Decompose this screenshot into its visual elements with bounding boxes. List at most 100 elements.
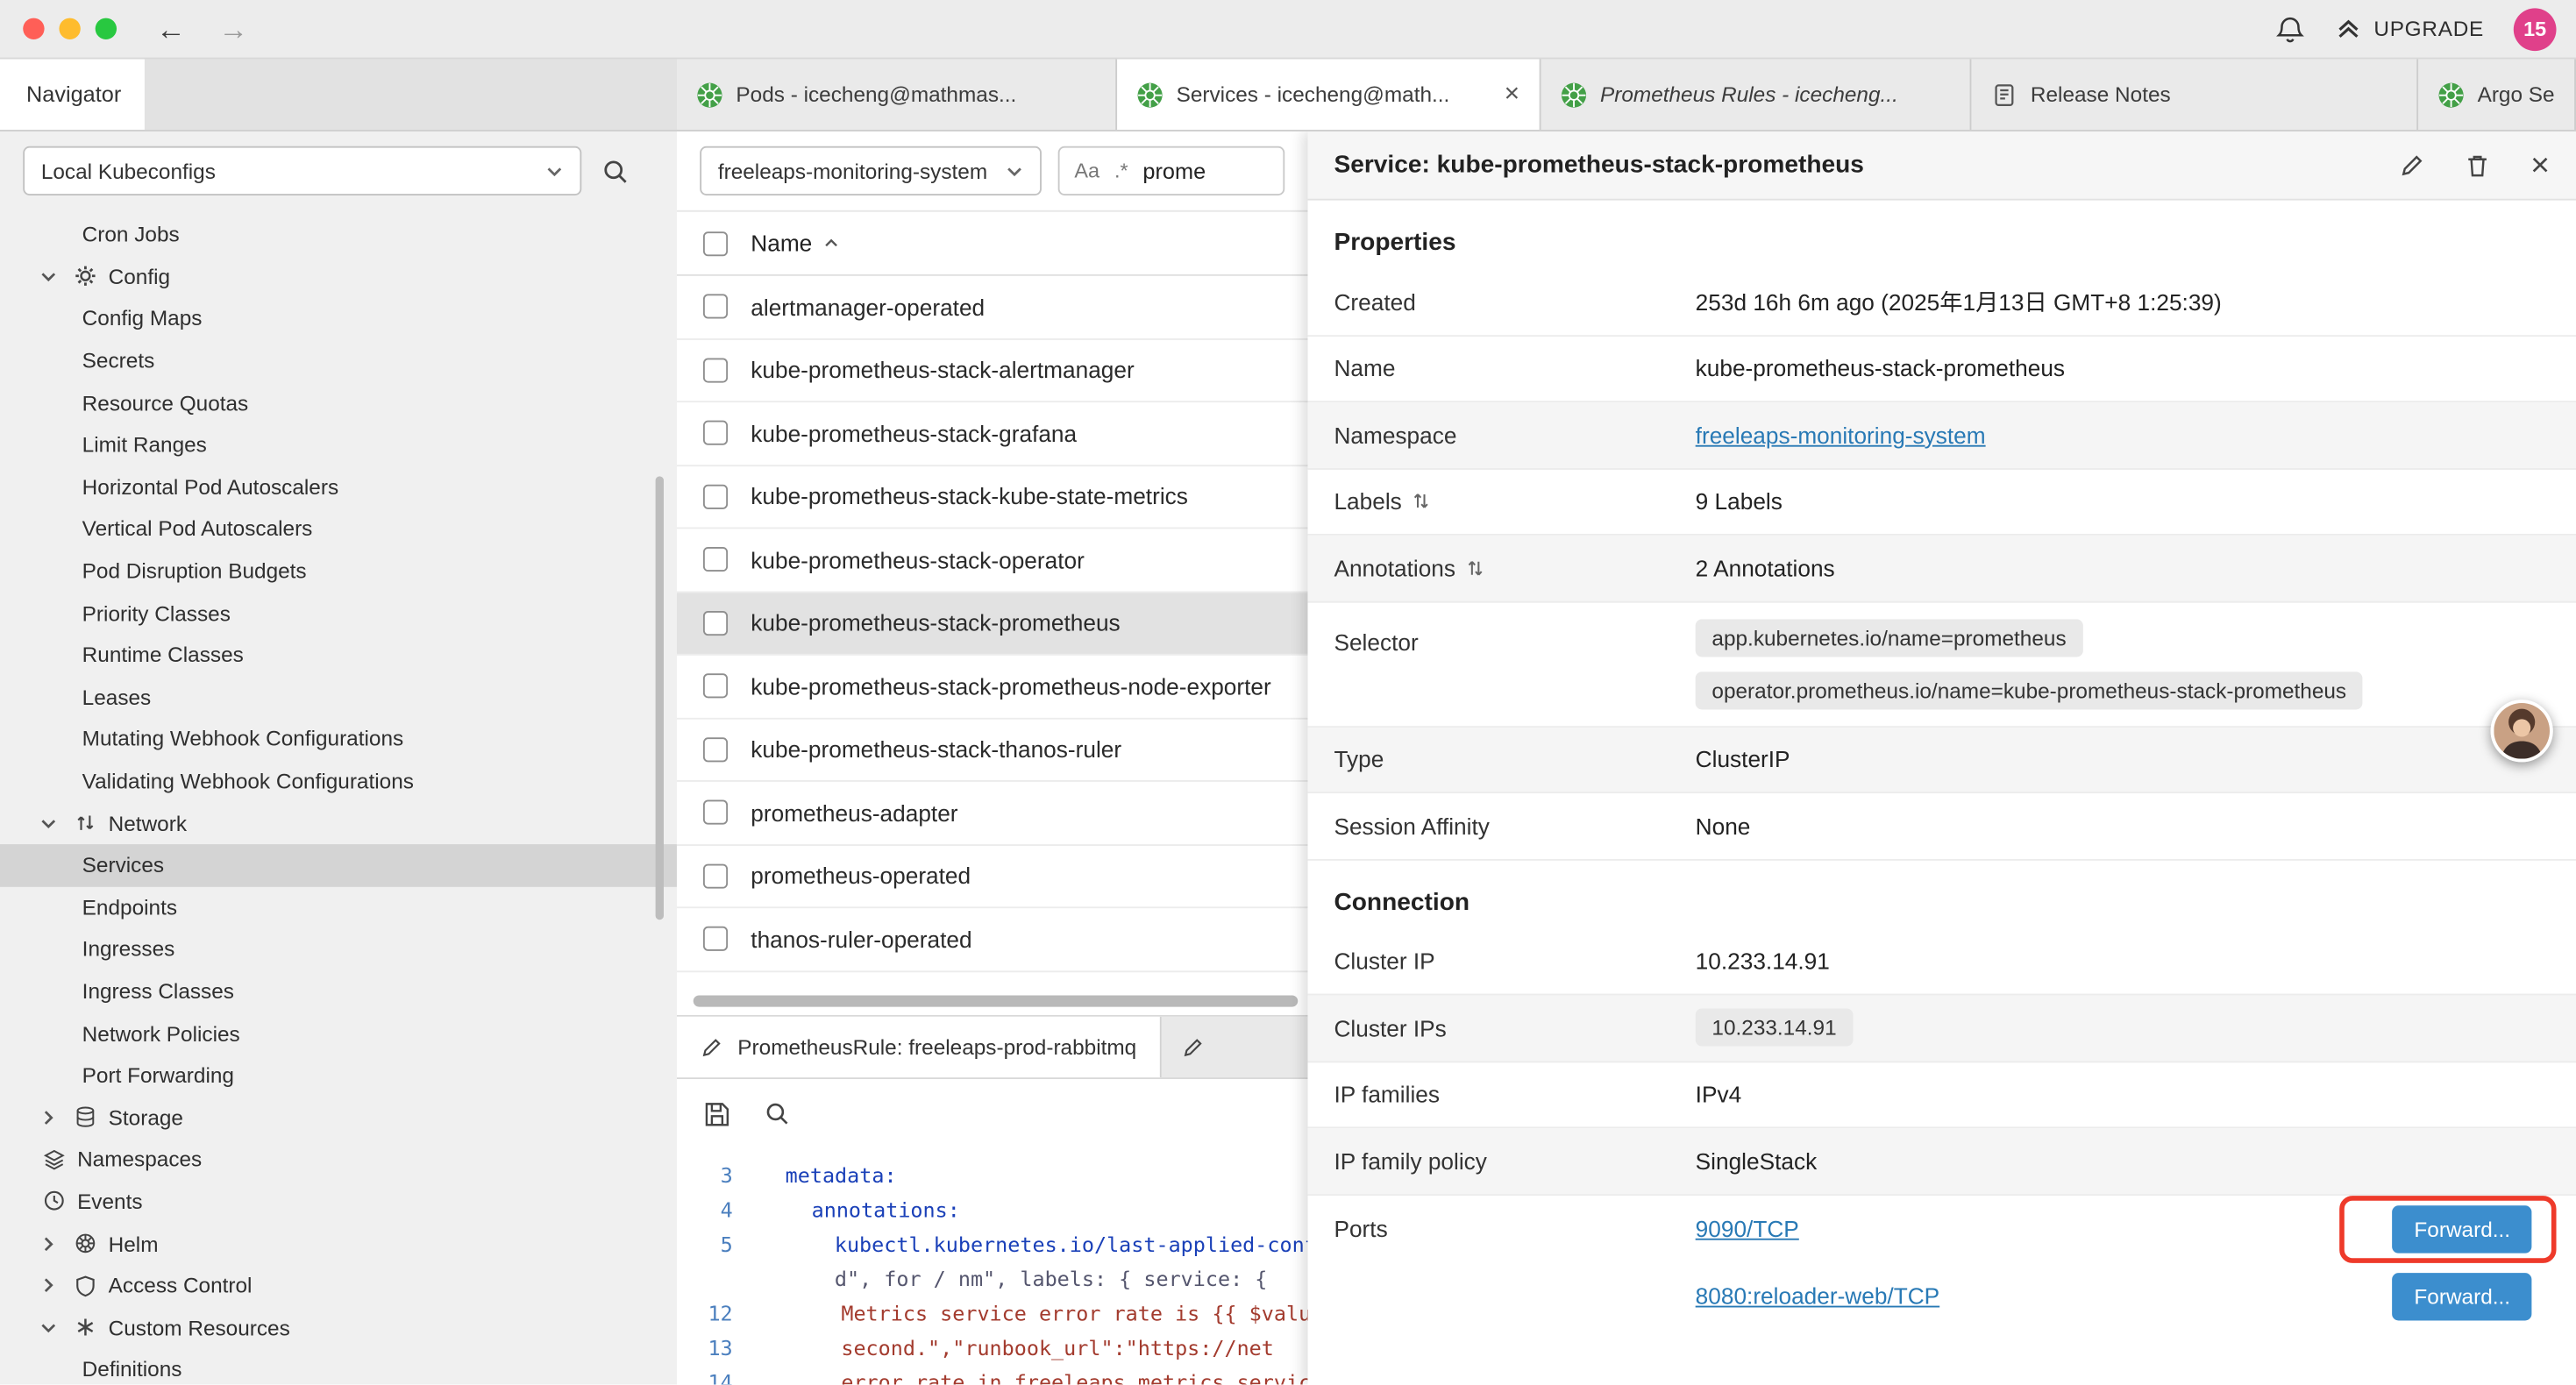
chevron-right-icon[interactable] bbox=[39, 1276, 60, 1295]
sidebar-item-network-policies[interactable]: Network Policies bbox=[0, 1012, 677, 1055]
forward-button[interactable]: Forward... bbox=[2393, 1204, 2531, 1252]
row-checkbox[interactable] bbox=[703, 863, 728, 888]
table-row-selected[interactable]: kube-prometheus-stack-prometheus bbox=[677, 592, 1308, 655]
table-row[interactable]: kube-prometheus-stack-operator bbox=[677, 529, 1308, 592]
chevron-down-icon[interactable] bbox=[39, 1318, 60, 1337]
row-checkbox[interactable] bbox=[703, 484, 728, 508]
back-button[interactable]: ← bbox=[156, 14, 186, 44]
port-link[interactable]: 8080:reloader-web/TCP bbox=[1696, 1282, 1940, 1309]
dock-tab-next[interactable] bbox=[1161, 1017, 1204, 1077]
sidebar-item-validating-webhook-configurations[interactable]: Validating Webhook Configurations bbox=[0, 760, 677, 802]
sidebar-item-resource-quotas[interactable]: Resource Quotas bbox=[0, 381, 677, 423]
editor-search-icon[interactable] bbox=[764, 1100, 790, 1126]
sidebar-scrollbar[interactable] bbox=[656, 476, 664, 920]
chevron-right-icon[interactable] bbox=[39, 1234, 60, 1253]
sidebar-item-pod-disruption-budgets[interactable]: Pod Disruption Budgets bbox=[0, 550, 677, 592]
notifications-bell-icon[interactable] bbox=[2275, 14, 2305, 44]
yaml-editor[interactable]: 3metadata: 4annotations: 5kubectl.kubern… bbox=[677, 1148, 1308, 1385]
dock-tab-prometheusrule[interactable]: PrometheusRule: freeleaps-prod-rabbitmq bbox=[677, 1017, 1161, 1077]
sidebar-item-limit-ranges[interactable]: Limit Ranges bbox=[0, 423, 677, 465]
match-case-toggle[interactable]: Aa bbox=[1074, 160, 1099, 182]
tab-argo[interactable]: Argo Se bbox=[2418, 59, 2576, 130]
sidebar-item-priority-classes[interactable]: Priority Classes bbox=[0, 592, 677, 634]
horizontal-scrollbar[interactable] bbox=[694, 995, 1299, 1006]
namespace-link[interactable]: freeleaps-monitoring-system bbox=[1696, 422, 1986, 448]
row-checkbox[interactable] bbox=[703, 421, 728, 445]
table-row[interactable]: thanos-ruler-operated bbox=[677, 908, 1308, 971]
table-row[interactable]: kube-prometheus-stack-thanos-ruler bbox=[677, 719, 1308, 782]
close-icon[interactable]: × bbox=[2530, 149, 2550, 181]
chevron-down-icon[interactable] bbox=[39, 814, 60, 833]
sidebar-item-mutating-webhook-configurations[interactable]: Mutating Webhook Configurations bbox=[0, 718, 677, 760]
sidebar-item-network[interactable]: Network bbox=[0, 802, 677, 844]
forward-button[interactable]: → bbox=[218, 14, 248, 44]
tab-services[interactable]: Services - icecheng@math... × bbox=[1117, 59, 1541, 130]
row-checkbox[interactable] bbox=[703, 800, 728, 825]
sidebar-item-leases[interactable]: Leases bbox=[0, 676, 677, 718]
sidebar-item-vertical-pod-autoscalers[interactable]: Vertical Pod Autoscalers bbox=[0, 508, 677, 550]
sidebar-item-namespaces[interactable]: Namespaces bbox=[0, 1139, 677, 1181]
sidebar-item-access-control[interactable]: Access Control bbox=[0, 1264, 677, 1306]
namespace-select[interactable]: freeleaps-monitoring-system bbox=[700, 146, 1042, 195]
tab-release-notes[interactable]: Release Notes bbox=[1971, 59, 2418, 130]
table-row[interactable]: alertmanager-operated bbox=[677, 276, 1308, 339]
tab-pods[interactable]: Pods - icecheng@mathmas... bbox=[677, 59, 1117, 130]
sidebar-item-label: Horizontal Pod Autoscalers bbox=[82, 474, 338, 499]
sidebar-item-events[interactable]: Events bbox=[0, 1181, 677, 1223]
row-checkbox[interactable] bbox=[703, 674, 728, 699]
row-checkbox[interactable] bbox=[703, 611, 728, 636]
upgrade-button[interactable]: UPGRADE bbox=[2334, 15, 2484, 43]
row-checkbox[interactable] bbox=[703, 547, 728, 572]
sidebar-item-storage[interactable]: Storage bbox=[0, 1097, 677, 1139]
port-link[interactable]: 9090/TCP bbox=[1696, 1216, 1799, 1242]
close-window-button[interactable] bbox=[23, 18, 44, 39]
regex-toggle[interactable]: .* bbox=[1114, 160, 1128, 182]
row-checkbox[interactable] bbox=[703, 358, 728, 382]
table-row[interactable]: kube-prometheus-stack-kube-state-metrics bbox=[677, 465, 1308, 529]
sidebar-item-label: Services bbox=[82, 853, 164, 877]
forward-button[interactable]: Forward... bbox=[2393, 1272, 2531, 1319]
sidebar-item-runtime-classes[interactable]: Runtime Classes bbox=[0, 634, 677, 676]
sidebar-item-services[interactable]: Services bbox=[0, 844, 677, 886]
sidebar-item-label: Vertical Pod Autoscalers bbox=[82, 516, 313, 541]
sidebar-item-config-maps[interactable]: Config Maps bbox=[0, 297, 677, 339]
tab-prometheus-rules[interactable]: Prometheus Rules - icecheng... bbox=[1541, 59, 1972, 130]
chevron-down-icon[interactable] bbox=[39, 267, 60, 286]
table-row[interactable]: kube-prometheus-stack-prometheus-node-ex… bbox=[677, 656, 1308, 719]
table-row[interactable]: prometheus-adapter bbox=[677, 782, 1308, 845]
sort-toggle-icon[interactable] bbox=[1413, 492, 1430, 511]
edit-icon[interactable] bbox=[2399, 152, 2425, 178]
sidebar-item-custom-resources[interactable]: Custom Resources bbox=[0, 1306, 677, 1348]
sort-toggle-icon[interactable] bbox=[1467, 558, 1484, 578]
close-tab-icon[interactable]: × bbox=[1505, 80, 1520, 110]
kubeconfig-select[interactable]: Local Kubeconfigs bbox=[23, 146, 581, 195]
sidebar-item-helm[interactable]: Helm bbox=[0, 1223, 677, 1265]
chevron-right-icon[interactable] bbox=[39, 1108, 60, 1126]
floating-avatar[interactable] bbox=[2491, 700, 2553, 762]
select-all-checkbox[interactable] bbox=[703, 231, 728, 255]
sidebar-item-secrets[interactable]: Secrets bbox=[0, 339, 677, 381]
minimize-window-button[interactable] bbox=[59, 18, 80, 39]
sidebar-item-endpoints[interactable]: Endpoints bbox=[0, 886, 677, 928]
row-checkbox[interactable] bbox=[703, 295, 728, 319]
sidebar-item-ingress-classes[interactable]: Ingress Classes bbox=[0, 970, 677, 1012]
name-column-header[interactable]: Name bbox=[751, 230, 840, 256]
titlebar: ← → UPGRADE 15 bbox=[0, 0, 2576, 59]
table-row[interactable]: prometheus-operated bbox=[677, 845, 1308, 908]
sidebar-item-definitions[interactable]: Definitions bbox=[0, 1348, 677, 1384]
sidebar-item-horizontal-pod-autoscalers[interactable]: Horizontal Pod Autoscalers bbox=[0, 465, 677, 508]
sidebar-item-config[interactable]: Config bbox=[0, 256, 677, 298]
table-row[interactable]: kube-prometheus-stack-grafana bbox=[677, 402, 1308, 465]
sidebar-item-ingresses[interactable]: Ingresses bbox=[0, 928, 677, 970]
table-row[interactable]: kube-prometheus-stack-alertmanager bbox=[677, 339, 1308, 402]
save-icon[interactable] bbox=[703, 1099, 731, 1127]
sidebar-item-cron-jobs[interactable]: Cron Jobs bbox=[0, 214, 677, 256]
row-checkbox[interactable] bbox=[703, 737, 728, 762]
delete-trash-icon[interactable] bbox=[2465, 152, 2491, 178]
maximize-window-button[interactable] bbox=[96, 18, 117, 39]
row-checkbox[interactable] bbox=[703, 927, 728, 951]
notification-count-badge[interactable]: 15 bbox=[2514, 7, 2557, 50]
search-input[interactable]: Aa .* prome bbox=[1058, 146, 1285, 195]
sidebar-search-icon[interactable] bbox=[601, 157, 630, 185]
sidebar-item-port-forwarding[interactable]: Port Forwarding bbox=[0, 1055, 677, 1097]
